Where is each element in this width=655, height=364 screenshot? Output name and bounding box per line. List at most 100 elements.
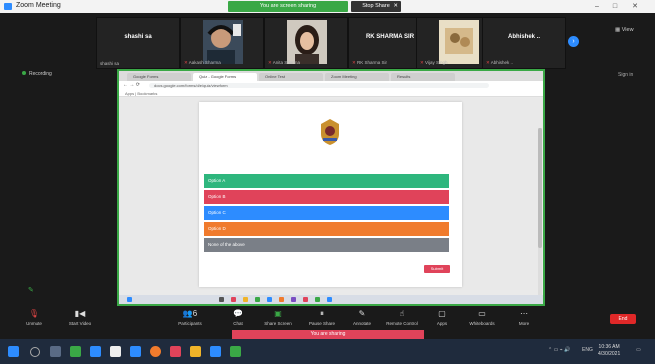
quiz-option[interactable]: None of the above [204,238,449,252]
maximize-button[interactable]: □ [608,1,622,12]
system-clock[interactable]: 10:36 AM 4/30/2021 [598,344,620,358]
taskbar-app-icon[interactable] [243,297,248,302]
taskbar-app-icon[interactable] [170,346,181,357]
participant-tile[interactable]: ✕ Anita Sharma [264,17,348,69]
taskbar-app-icon[interactable] [291,297,296,302]
stop-share-button[interactable]: Stop Share ✕ [351,1,401,12]
pause-share-button[interactable]: ⏸ Pause Share [302,308,342,326]
recording-label: Recording [29,71,52,77]
shared-taskbar [119,295,543,304]
participant-count: 6 [192,309,198,318]
taskbar-app-icon[interactable] [130,346,141,357]
participant-tile[interactable]: shashi sa shashi sa [96,17,180,69]
microphone-icon: 🎙 [28,309,40,318]
taskbar-app-icon[interactable] [267,297,272,302]
minimize-button[interactable]: – [590,1,604,12]
quiz-option[interactable]: Option A [204,174,449,188]
video-icon: ▮◀ [74,309,86,318]
scrollbar-thumb[interactable] [538,128,542,248]
windows-start-icon[interactable] [8,346,19,357]
taskbar-app-icon[interactable] [315,297,320,302]
browser-tab[interactable]: Results [391,73,455,81]
quiz-option[interactable]: Option C [204,206,449,220]
quiz-option-label: Option A [208,178,226,183]
control-label: Participants [178,321,202,326]
submit-button[interactable]: Submit [424,265,450,273]
taskbar-app-icon[interactable] [230,346,241,357]
participant-label-text: Aakash Sharma [188,60,221,65]
taskbar-app-icon[interactable] [70,346,81,357]
control-label: Start Video [68,321,92,326]
share-status-banner: You are screen sharing [228,1,348,12]
quiz-option-label: Option B [208,194,226,199]
participant-name: shashi sa [124,34,152,40]
browser-tab[interactable]: Google Forms [127,73,191,81]
taskbar-app-icon[interactable] [219,297,224,302]
bookmarks-bar[interactable]: Apps | Bookmarks [119,90,543,97]
next-page-icon[interactable]: › [568,36,579,47]
quiz-option[interactable]: Option D [204,222,449,236]
unmute-button[interactable]: 🎙 Unmute [14,308,54,326]
recording-indicator[interactable]: Recording [22,71,52,77]
close-window-button[interactable]: ✕ [628,1,642,12]
participants-button[interactable]: 👥6 Participants [170,308,210,326]
browser-tab[interactable]: Quiz - Google Forms [193,73,257,81]
taskbar-app-icon[interactable] [110,346,121,357]
recording-dot-icon [22,71,26,75]
start-icon[interactable] [127,297,132,302]
taskbar-app-icon[interactable] [327,297,332,302]
participant-name: Abhishek .. [507,34,540,40]
taskbar-app-icon[interactable] [303,297,308,302]
browser-tab[interactable]: Zoom Meeting [325,73,389,81]
search-icon[interactable] [30,347,40,357]
back-forward-reload-icon[interactable]: ← → ⟳ [123,82,140,88]
mic-muted-icon: ✕ [184,60,188,65]
participant-tile[interactable]: Abhishek .. ✕ Abhishek .. [482,17,566,69]
clock-date: 4/30/2021 [598,351,621,357]
input-language[interactable]: ENG [582,347,593,353]
taskbar-app-icon[interactable] [279,297,284,302]
notifications-icon[interactable]: ▭ [636,347,641,353]
control-label: Apps [436,321,448,326]
control-label: Pause Share [308,321,336,326]
window-title: Zoom Meeting [16,2,61,9]
end-meeting-button[interactable]: End [610,314,636,324]
control-label: More [518,321,530,326]
chat-button[interactable]: 💬 Chat [218,308,258,326]
participant-video [203,20,243,64]
participant-tile[interactable]: ✕ Aakash Sharma [180,17,264,69]
stop-share-label: Stop Share [362,3,390,9]
taskbar-app-icon[interactable] [90,346,101,357]
participants-icon: 👥6 [182,309,198,318]
task-view-icon[interactable] [50,346,61,357]
share-screen-button[interactable]: ▣ Share Screen [258,308,298,326]
participant-label: ✕ Abhishek .. [486,60,513,66]
more-button[interactable]: ⋯ More [504,308,544,326]
annotate-button[interactable]: ✎ Annotate [342,308,382,326]
browser-tab[interactable]: Online Test [259,73,323,81]
whiteboard-button[interactable]: ▭ Whiteboards [462,308,502,326]
taskbar-app-icon[interactable] [255,297,260,302]
system-tray-icons[interactable]: ⌃ ▭ ⌁ 🔊 [548,347,570,353]
mic-muted-icon: ✕ [268,60,272,65]
url-input[interactable]: docs.google.com/forms/d/e/quiz/viewform [149,83,489,88]
page-scrollbar[interactable] [538,128,542,304]
annotate-icon: ✎ [358,309,366,318]
chrome-icon[interactable] [150,346,161,357]
remote-control-button[interactable]: ☝ Remote Control [382,308,422,326]
sign-in-link[interactable]: Sign in [618,72,633,78]
pause-share-icon: ⏸ [320,309,324,318]
taskbar-app-icon[interactable] [231,297,236,302]
mic-muted-icon: ✕ [420,60,424,65]
taskbar-app-icon[interactable] [190,346,201,357]
microphone-icon[interactable]: ✎ [28,286,34,294]
zoom-taskbar-icon[interactable] [210,346,221,357]
view-button[interactable]: ▦ View [615,27,634,33]
apps-button[interactable]: ▢ Apps [422,308,462,326]
participant-label-text: Anita Sharma [272,60,301,65]
sharing-notice: You are sharing [232,330,424,339]
quiz-option-label: Option C [208,210,226,215]
quiz-option[interactable]: Option B [204,190,449,204]
shared-screen: Google Forms Quiz - Google Forms Online … [117,69,545,306]
start-video-button[interactable]: ▮◀ Start Video [60,308,100,326]
